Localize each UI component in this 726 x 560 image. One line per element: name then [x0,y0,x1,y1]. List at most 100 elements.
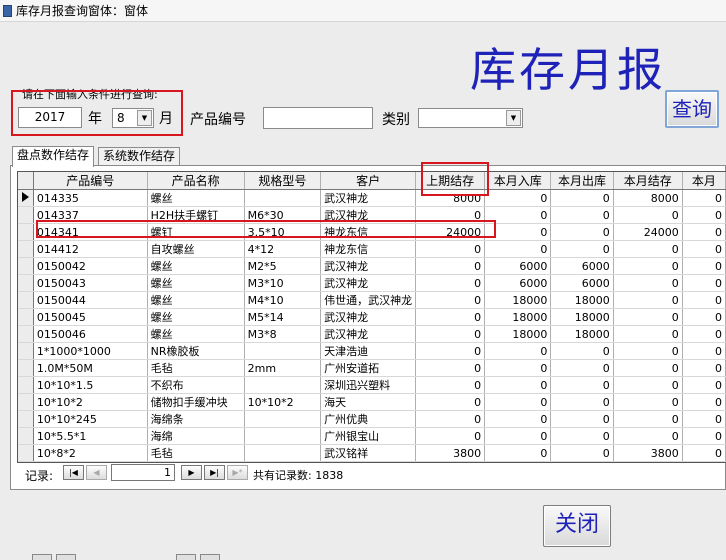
first-record-icon[interactable]: |◀ [63,465,84,480]
table-cell[interactable]: 0 [613,393,683,411]
table-cell[interactable]: 广州优典 [320,410,417,428]
table-cell[interactable]: 0 [415,342,486,360]
next-record-icon[interactable]: ▶ [181,465,202,480]
table-cell[interactable]: 神龙东信 [320,223,417,241]
table-cell[interactable]: 10*8*2 [33,444,148,462]
prev-record-icon[interactable] [56,554,76,560]
table-cell[interactable]: 0 [415,291,486,309]
table-cell[interactable]: 18000 [550,325,614,343]
table-cell[interactable]: 0 [682,291,726,309]
table-cell[interactable]: 0 [682,342,726,360]
column-header[interactable]: 上期结存 [415,172,486,190]
table-cell[interactable]: 3800 [613,444,683,462]
table-cell[interactable]: 0 [613,325,683,343]
table-cell[interactable]: 014337 [33,206,148,224]
table-cell[interactable]: 毛毡 [147,461,245,462]
tab-stocktake-balance[interactable]: 盘点数作结存 [12,146,95,167]
table-cell[interactable]: 毛毡 [147,359,245,377]
table-cell[interactable]: 2mm [244,359,322,377]
table-cell[interactable]: M5*14 [244,308,322,326]
table-cell[interactable]: 0 [550,444,614,462]
table-cell[interactable]: 0 [484,342,552,360]
table-cell[interactable]: 广州安道拓 [320,359,417,377]
table-cell[interactable]: 8000 [613,189,683,207]
record-selector[interactable] [18,257,34,275]
table-cell[interactable]: 014412 [33,240,148,258]
table-cell[interactable]: 0 [550,427,614,445]
table-cell[interactable]: 0 [550,240,614,258]
table-cell[interactable]: 18000 [484,308,552,326]
table-cell[interactable]: 0 [550,223,614,241]
table-cell[interactable]: 0 [550,393,614,411]
dropdown-arrow-icon[interactable]: ▼ [137,110,152,126]
table-row[interactable]: 014337 H2H扶手螺钉 M6*30 武汉神龙 0 0 0 0 0 [18,206,726,224]
table-cell[interactable]: M3*8 [244,325,322,343]
table-row[interactable]: 0150042 螺丝 M2*5 武汉神龙 0 6000 6000 0 0 [18,257,726,275]
column-header[interactable]: 本月结存 [613,172,683,190]
column-header[interactable]: 本月 [682,172,726,190]
table-cell[interactable]: 10*10*2 [244,393,322,411]
table-cell[interactable]: 0 [613,240,683,258]
record-selector-header[interactable] [18,172,34,190]
record-selector[interactable] [18,376,34,394]
table-cell[interactable]: 天津浩迪 [320,342,417,360]
table-cell[interactable]: 0 [550,376,614,394]
table-cell[interactable]: 武汉神龙 [320,206,417,224]
table-cell[interactable]: 螺丝 [147,308,245,326]
table-cell[interactable]: 18000 [484,291,552,309]
table-cell[interactable]: H2H扶手螺钉 [147,206,245,224]
table-cell[interactable]: 8000 [415,189,486,207]
table-cell[interactable]: 0 [415,461,486,462]
table-cell[interactable]: 0150045 [33,308,148,326]
table-cell[interactable]: 0150046 [33,325,148,343]
record-selector[interactable] [18,223,34,241]
current-record-input[interactable]: 1 [111,464,175,481]
table-cell[interactable]: 0 [682,393,726,411]
table-cell[interactable]: 6000 [484,257,552,275]
table-cell[interactable]: 0 [613,206,683,224]
new-record-icon[interactable]: ▶* [227,465,248,480]
table-cell[interactable]: 1.0M*50M [33,359,148,377]
table-cell[interactable]: 0 [415,359,486,377]
table-cell[interactable]: 海绵条 [147,410,245,428]
table-cell[interactable] [244,189,322,207]
table-row[interactable]: 1.0M*50M 毛毡 2mm 广州安道拓 0 0 0 0 0 [18,359,726,377]
table-cell[interactable] [244,410,322,428]
product-code-input[interactable] [263,107,373,129]
table-row[interactable]: 10*10*245 海绵条 广州优典 0 0 0 0 0 [18,410,726,428]
table-cell[interactable]: 武汉神龙 [320,257,417,275]
column-header[interactable]: 规格型号 [244,172,322,190]
table-cell[interactable]: 3.5*10 [244,223,322,241]
table-cell[interactable]: 武汉神龙 [320,308,417,326]
table-cell[interactable]: 螺丝 [147,257,245,275]
table-cell[interactable]: 螺钉 [147,223,245,241]
table-cell[interactable]: 武汉神龙 [320,189,417,207]
table-cell[interactable]: 0 [613,291,683,309]
record-selector[interactable] [18,410,34,428]
table-cell[interactable] [244,461,322,462]
table-row[interactable]: 014412 自攻螺丝 4*12 神龙东信 0 0 0 0 0 [18,240,726,258]
table-cell[interactable]: 0 [682,325,726,343]
table-cell[interactable]: 18000 [484,325,552,343]
table-cell[interactable]: 0 [682,223,726,241]
table-row[interactable]: 1*1000*1000 NR橡胶板 天津浩迪 0 0 0 0 0 [18,342,726,360]
column-header[interactable]: 本月出库 [550,172,614,190]
table-cell[interactable] [244,342,322,360]
table-row[interactable]: 0150044 螺丝 M4*10 伟世通，武汉神龙 0 18000 18000 0 0 [18,291,726,309]
table-cell[interactable]: 0 [682,274,726,292]
query-button[interactable]: 查询 [665,90,719,128]
table-cell[interactable]: 10*5.5*1 [33,427,148,445]
table-cell[interactable]: 0 [613,376,683,394]
table-cell[interactable]: M3*10 [244,274,322,292]
table-cell[interactable]: 6000 [550,274,614,292]
table-cell[interactable]: 0 [484,206,552,224]
table-cell[interactable]: 0 [484,393,552,411]
next-record-icon[interactable] [176,554,196,560]
record-selector[interactable] [18,308,34,326]
table-row[interactable]: 10*10*1.5 不织布 深圳迅兴塑料 0 0 0 0 0 [18,376,726,394]
table-cell[interactable]: 18000 [550,291,614,309]
table-cell[interactable]: 螺丝 [147,325,245,343]
table-row[interactable]: 10*8*2 毛毡 武汉铭祥 3800 0 0 3800 0 [18,444,726,462]
table-cell[interactable]: 0 [613,257,683,275]
table-cell[interactable]: 储物扣手缓冲块 [147,393,245,411]
